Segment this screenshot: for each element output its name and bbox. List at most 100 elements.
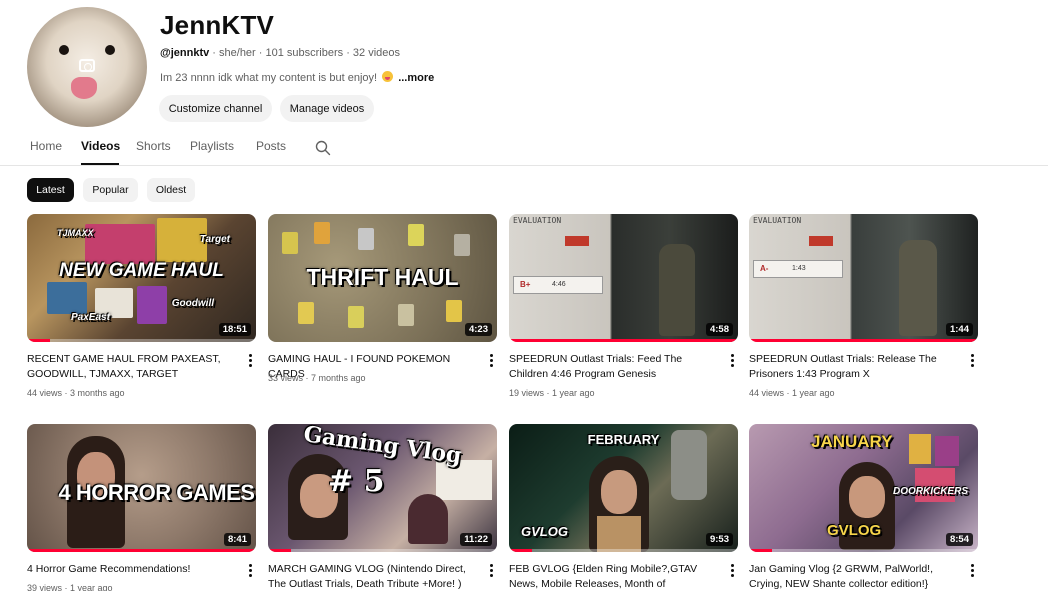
more-options-icon[interactable] [246,564,254,578]
time-text: 1:43 [792,265,806,272]
video-age: 3 months ago [70,388,125,398]
video-title[interactable]: FEB GVLOG {Elden Ring Mobile?,GTAV News,… [509,562,724,591]
grade-text: A- [760,264,769,273]
active-tab-indicator [81,163,119,165]
watch-progress-fill [268,549,291,552]
grade-text: B+ [520,280,531,289]
video-thumbnail[interactable]: JANUARY DOORKICKERS GVLOG 8:54 [749,424,978,552]
watch-progress [27,339,256,342]
watch-progress [268,549,497,552]
more-options-icon[interactable] [968,564,976,578]
thumb-shape [85,224,155,264]
video-thumbnail[interactable]: NEW GAME HAUL TJMAXX Target Goodwill Pax… [27,214,256,342]
more-options-icon[interactable] [728,564,736,578]
thumbnail-overlay-text: JANUARY [811,432,893,451]
camera-icon[interactable] [79,59,95,72]
video-age: 1 year ago [552,388,595,398]
thumb-shape [454,234,470,256]
tab-posts[interactable]: Posts [256,139,286,153]
more-options-icon[interactable] [487,564,495,578]
more-link[interactable]: ...more [398,72,434,84]
video-duration: 4:58 [705,323,733,336]
video-age: 1 year ago [792,388,835,398]
video-card[interactable]: EVALUATION A- 1:43 1:44 SPEEDRUN Outlast… [749,214,978,404]
video-views: 39 views [27,583,63,591]
more-options-icon[interactable] [968,354,976,368]
time-text: 4:46 [552,281,566,288]
channel-handle: @jennktv [160,47,210,59]
thumb-shape [408,224,424,246]
chip-oldest[interactable]: Oldest [147,178,195,202]
video-thumbnail[interactable]: EVALUATION A- 1:43 1:44 [749,214,978,342]
person-face-shape [849,476,885,518]
evaluation-label: EVALUATION [513,216,562,225]
thumbnail-overlay-number: # 5 [328,464,385,499]
channel-description[interactable]: Im 23 nnnn idk what my content is but en… [160,71,434,84]
watch-progress-fill [749,339,978,342]
video-duration: 8:41 [223,533,251,546]
thumbnail-label: PaxEast [71,312,110,323]
video-duration: 4:23 [464,323,492,336]
character-shape [899,240,937,336]
video-title[interactable]: Jan Gaming Vlog {2 GRWM, PalWorld!, Cryi… [749,562,964,591]
thumb-shape [446,300,462,322]
customize-channel-button[interactable]: Customize channel [159,95,272,122]
video-card[interactable]: Gaming Vlog # 5 11:22 MARCH GAMING VLOG … [268,424,497,591]
tongue-emoji-icon [382,71,394,82]
thumbnail-overlay-subtext: GVLOG [827,522,882,539]
person-face-shape [601,470,637,514]
video-views: 44 views [749,388,785,398]
video-card[interactable]: EVALUATION B+ 4:46 4:58 SPEEDRUN Outlast… [509,214,738,404]
video-thumbnail[interactable]: FEBRUARY GVLOG 9:53 [509,424,738,552]
channel-name: JennKTV [160,10,275,40]
thumb-shape [298,302,314,324]
video-title[interactable]: MARCH GAMING VLOG (Nintendo Direct, The … [268,562,483,591]
thumb-shape [47,282,87,314]
channel-header: JennKTV @jennktv · she/her · 101 subscri… [27,7,1017,127]
thumb-shape [358,228,374,250]
video-thumbnail[interactable]: EVALUATION B+ 4:46 4:58 [509,214,738,342]
thumbnail-overlay-subtext: GVLOG [521,524,568,539]
watch-progress-fill [27,339,50,342]
evaluation-label: EVALUATION [753,216,802,225]
chip-latest[interactable]: Latest [27,178,74,202]
manage-videos-button[interactable]: Manage videos [280,95,374,122]
video-card[interactable]: JANUARY DOORKICKERS GVLOG 8:54 Jan Gamin… [749,424,978,591]
thumb-shape [314,222,330,244]
video-views: 19 views [509,388,545,398]
video-card[interactable]: NEW GAME HAUL TJMAXX Target Goodwill Pax… [27,214,256,404]
tab-videos[interactable]: Videos [81,139,120,153]
watch-progress-fill [509,549,532,552]
channel-stats: · she/her · 101 subscribers · 32 videos [209,47,401,59]
video-title[interactable]: 4 Horror Game Recommendations! [27,562,242,577]
video-card[interactable]: FEBRUARY GVLOG 9:53 FEB GVLOG {Elden Rin… [509,424,738,591]
more-options-icon[interactable] [487,354,495,368]
channel-meta: @jennktv · she/her · 101 subscribers · 3… [160,47,400,59]
tab-shorts[interactable]: Shorts [136,139,171,153]
video-thumbnail[interactable]: Gaming Vlog # 5 11:22 [268,424,497,552]
watch-progress [27,549,256,552]
more-options-icon[interactable] [246,354,254,368]
description-text: Im 23 nnnn idk what my content is but en… [160,72,378,84]
video-stats: 44 views · 3 months ago [27,388,125,398]
video-title[interactable]: SPEEDRUN Outlast Trials: Feed The Childr… [509,352,724,382]
video-card[interactable]: THRIFT HAUL 4:23 GAMING HAUL - I FOUND P… [268,214,497,404]
tab-playlists[interactable]: Playlists [190,139,234,153]
video-thumbnail[interactable]: THRIFT HAUL 4:23 [268,214,497,342]
tab-home[interactable]: Home [30,139,62,153]
video-views: 33 views [268,373,304,383]
video-title[interactable]: RECENT GAME HAUL FROM PAXEAST, GOODWILL,… [27,352,242,382]
channel-avatar[interactable] [27,7,147,127]
chip-popular[interactable]: Popular [83,178,138,202]
search-icon[interactable] [315,140,331,156]
video-thumbnail[interactable]: 4 HORROR GAMES 8:41 [27,424,256,552]
video-card[interactable]: 4 HORROR GAMES 8:41 4 Horror Game Recomm… [27,424,256,591]
thumb-shape [398,304,414,326]
more-options-icon[interactable] [728,354,736,368]
watch-progress [749,339,978,342]
video-duration: 8:54 [945,533,973,546]
video-stats: 33 views · 7 months ago [268,373,366,383]
thumbnail-label: TJMAXX [57,228,94,238]
stamp-shape [565,236,589,246]
video-title[interactable]: SPEEDRUN Outlast Trials: Release The Pri… [749,352,964,382]
